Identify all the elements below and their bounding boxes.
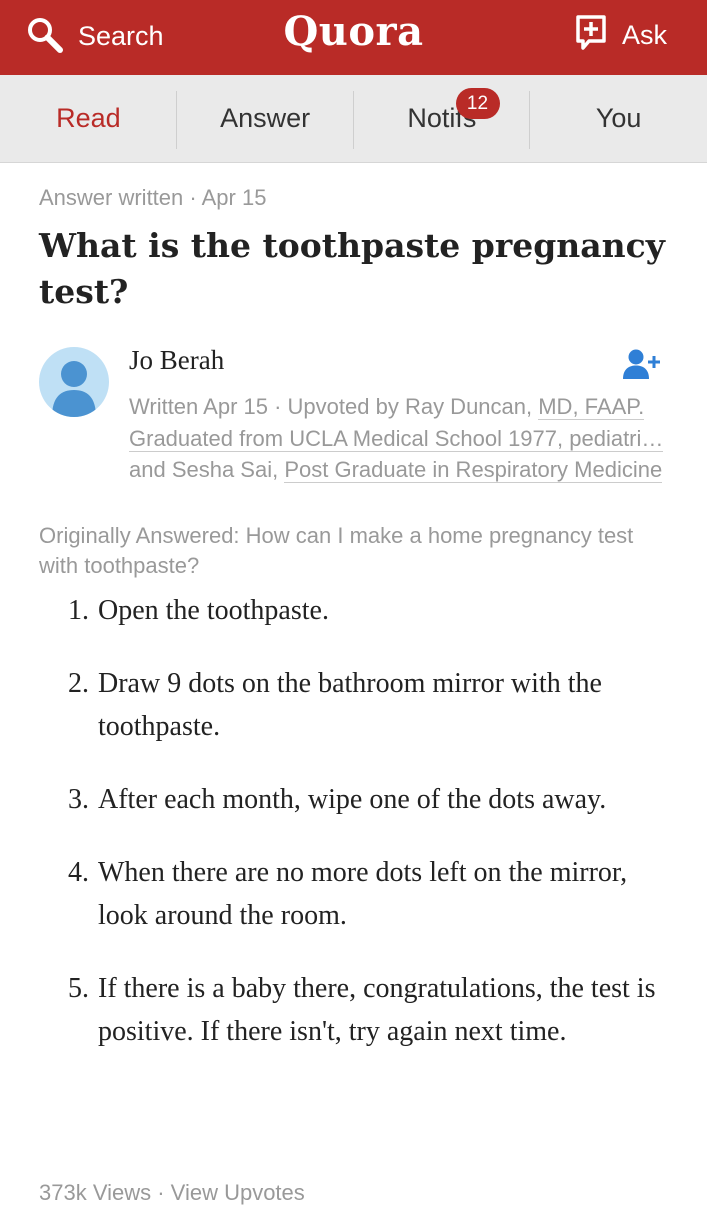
- list-number: 2.: [68, 668, 89, 699]
- tab-you[interactable]: You: [530, 75, 707, 162]
- follow-user-icon[interactable]: [621, 347, 661, 386]
- question-title[interactable]: What is the toothpaste pregnancy test?: [39, 223, 669, 315]
- tab-answer[interactable]: Answer: [177, 75, 354, 162]
- tab-read[interactable]: Read: [0, 75, 177, 162]
- view-upvotes-link[interactable]: View Upvotes: [171, 1180, 305, 1205]
- top-bar: Search Quora Ask: [0, 0, 707, 75]
- author-block: Jo Berah Written Apr 15 · Upvoted by Ray…: [39, 343, 669, 519]
- author-name[interactable]: Jo Berah: [129, 345, 224, 376]
- tab-you-label: You: [595, 103, 642, 133]
- ask-button[interactable]: Ask: [574, 14, 667, 57]
- list-item: 2. Draw 9 dots on the bathroom mirror wi…: [39, 662, 669, 748]
- tab-bar: Read Answer Notifs 12 You: [0, 75, 707, 163]
- list-item-text: If there is a baby there, congratulation…: [98, 973, 656, 1047]
- list-item-text: After each month, wipe one of the dots a…: [98, 784, 607, 815]
- tab-read-label: Read: [56, 103, 121, 133]
- list-number: 1.: [68, 595, 89, 626]
- default-avatar[interactable]: [39, 347, 109, 417]
- list-number: 5.: [68, 973, 89, 1004]
- list-item-text: Open the toothpaste.: [98, 595, 329, 626]
- view-count: 373k Views: [39, 1180, 152, 1205]
- list-item: 3. After each month, wipe one of the dot…: [39, 778, 669, 821]
- stats-separator: ·: [151, 1180, 171, 1205]
- answer-meta: Answer written · Apr 15: [39, 185, 267, 210]
- written-upvoted-text: Written Apr 15 · Upvoted by Ray Duncan,: [129, 394, 539, 419]
- upvoter-connector-text: and Sesha Sai,: [129, 457, 285, 482]
- answer-stats: 373k Views · View Upvotes: [39, 1180, 305, 1206]
- author-credentials: Written Apr 15 · Upvoted by Ray Duncan, …: [129, 391, 674, 486]
- tab-answer-label: Answer: [220, 103, 311, 133]
- list-item: 5. If there is a baby there, congratulat…: [39, 967, 669, 1053]
- add-question-icon: [574, 14, 608, 57]
- originally-answered-question[interactable]: Originally Answered: How can I make a ho…: [39, 521, 669, 581]
- list-item: 4. When there are no more dots left on t…: [39, 851, 669, 937]
- notification-badge: 12: [455, 88, 500, 119]
- tab-notifs[interactable]: Notifs 12: [354, 75, 531, 162]
- list-number: 4.: [68, 857, 89, 888]
- list-item: 1. Open the toothpaste.: [39, 589, 669, 632]
- upvoter-credential-link[interactable]: Post Graduate in Respiratory Medicine: [284, 457, 663, 483]
- list-item-text: When there are no more dots left on the …: [98, 857, 628, 931]
- answer-content: Answer written · Apr 15 What is the toot…: [39, 185, 669, 1083]
- steps-list: 1. Open the toothpaste. 2. Draw 9 dots o…: [39, 589, 669, 1053]
- ask-label: Ask: [621, 19, 667, 50]
- list-number: 3.: [68, 784, 89, 815]
- list-item-text: Draw 9 dots on the bathroom mirror with …: [98, 668, 602, 742]
